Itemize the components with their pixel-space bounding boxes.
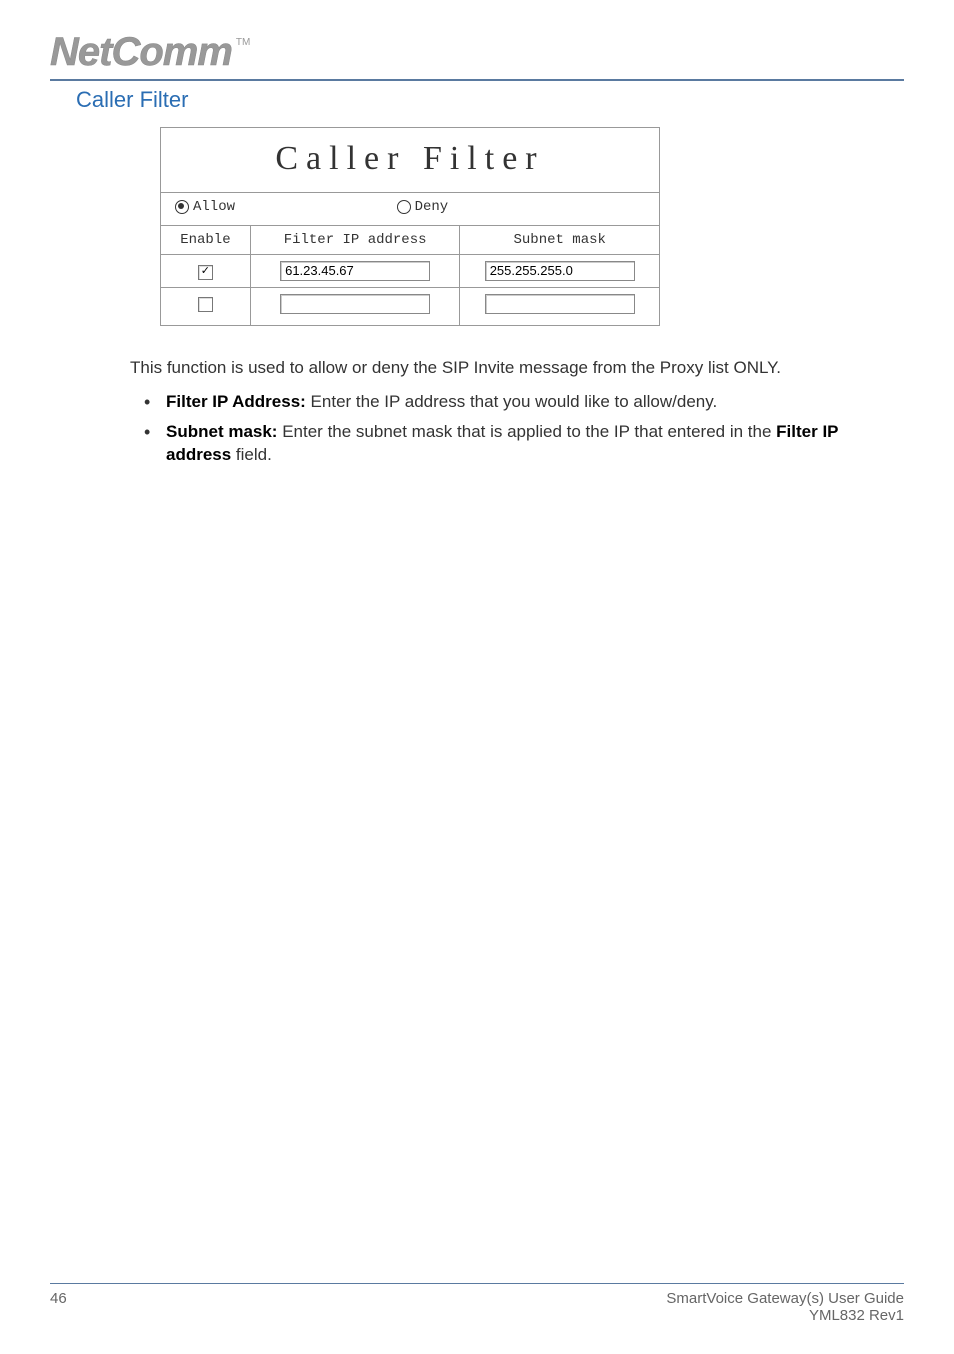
header-rule <box>50 79 904 81</box>
filter-ip-input[interactable] <box>280 294 430 314</box>
column-header-enable: Enable <box>161 226 251 255</box>
column-header-subnet: Subnet mask <box>460 226 660 255</box>
subnet-mask-input[interactable]: 255.255.255.0 <box>485 261 635 281</box>
radio-icon <box>175 200 189 214</box>
enable-checkbox[interactable] <box>198 297 213 312</box>
caller-filter-table: Allow Deny Enable Filter IP address Subn… <box>160 192 660 326</box>
desc-filter-ip: Enter the IP address that you would like… <box>306 392 717 411</box>
column-header-filter-ip: Filter IP address <box>250 226 460 255</box>
allow-radio[interactable]: Allow <box>175 199 235 215</box>
term-filter-ip: Filter IP Address: <box>166 392 306 411</box>
term-subnet-mask: Subnet mask: <box>166 422 277 441</box>
table-row: ✓ 61.23.45.67 255.255.255.0 <box>161 255 660 288</box>
body-text: This function is used to allow or deny t… <box>130 356 904 467</box>
desc-subnet-post: field. <box>231 445 272 464</box>
revision: YML832 Rev1 <box>666 1307 904 1324</box>
section-title: Caller Filter <box>76 87 904 113</box>
allow-radio-label: Allow <box>193 199 235 215</box>
page-footer: 46 SmartVoice Gateway(s) User Guide YML8… <box>50 1283 904 1324</box>
deny-radio[interactable]: Deny <box>397 199 449 215</box>
subnet-mask-input[interactable] <box>485 294 635 314</box>
panel-title: Caller Filter <box>275 140 544 177</box>
desc-subnet-pre: Enter the subnet mask that is applied to… <box>277 422 776 441</box>
intro-paragraph: This function is used to allow or deny t… <box>130 356 904 380</box>
page-number: 46 <box>50 1290 67 1324</box>
enable-checkbox[interactable]: ✓ <box>198 265 213 280</box>
trademark-symbol: TM <box>236 37 250 48</box>
list-item: Filter IP Address: Enter the IP address … <box>162 390 904 414</box>
brand-logo: NetComm TM <box>50 30 904 75</box>
deny-radio-label: Deny <box>415 199 449 215</box>
filter-ip-input[interactable]: 61.23.45.67 <box>280 261 430 281</box>
table-row <box>161 288 660 326</box>
guide-title: SmartVoice Gateway(s) User Guide <box>666 1290 904 1307</box>
radio-icon <box>397 200 411 214</box>
logo-text: NetComm <box>50 30 232 75</box>
list-item: Subnet mask: Enter the subnet mask that … <box>162 420 904 468</box>
panel-title-box: Caller Filter <box>160 127 660 192</box>
caller-filter-panel: Caller Filter Allow Deny <box>160 127 660 326</box>
